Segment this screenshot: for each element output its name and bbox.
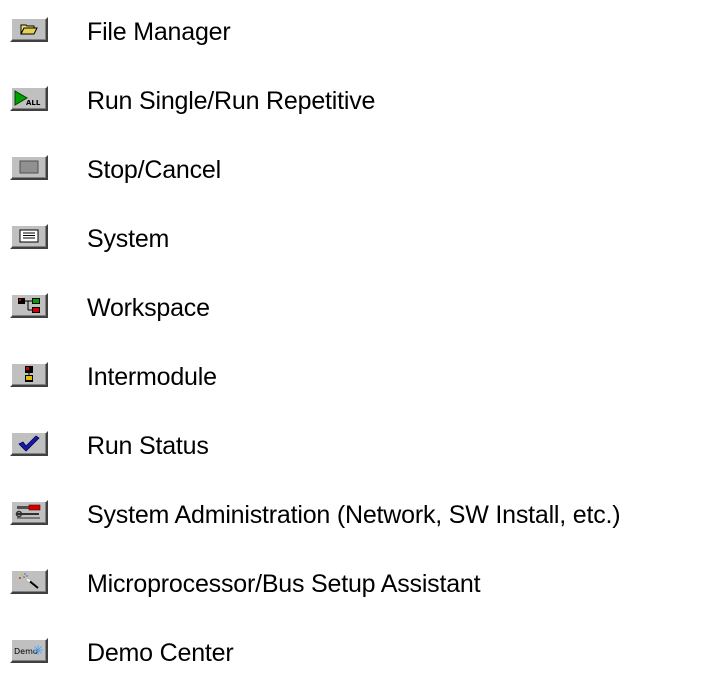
workspace-label: Workspace: [87, 294, 210, 322]
workspace-icon: [18, 298, 40, 313]
intermodule-button[interactable]: [10, 362, 48, 387]
run-status-label: Run Status: [87, 432, 209, 460]
system-icon: [19, 229, 39, 243]
folder-open-icon: [20, 24, 38, 35]
demo-center-button[interactable]: Demo: [10, 638, 48, 663]
system-administration-label: System Administration (Network, SW Insta…: [87, 501, 621, 529]
run-label: Run Single/Run Repetitive: [87, 87, 376, 115]
stop-label: Stop/Cancel: [87, 156, 221, 184]
system-administration-button[interactable]: [10, 500, 48, 525]
intermodule-label: Intermodule: [87, 363, 217, 391]
legend-row-file-manager: File Manager: [0, 15, 718, 55]
checkmark-icon: [18, 435, 40, 452]
toolbar-icon-legend: File Manager ALL Run Single/Run Repetiti…: [0, 0, 718, 689]
file-manager-label: File Manager: [87, 18, 231, 46]
run-button[interactable]: ALL: [10, 86, 48, 111]
legend-row-intermodule: Intermodule: [0, 360, 718, 400]
legend-row-workspace: Workspace: [0, 291, 718, 331]
workspace-button[interactable]: [10, 293, 48, 318]
demo-center-label: Demo Center: [87, 639, 234, 667]
demo-icon: Demo: [14, 645, 43, 656]
legend-row-system-administration: System Administration (Network, SW Insta…: [0, 498, 718, 538]
legend-row-setup-assistant: Microprocessor/Bus Setup Assistant: [0, 567, 718, 607]
demo-icon-text: Demo: [14, 647, 38, 656]
run-status-button[interactable]: [10, 431, 48, 456]
magic-wand-icon: [19, 573, 39, 589]
stop-button[interactable]: [10, 155, 48, 180]
legend-row-demo-center: Demo Demo Center: [0, 636, 718, 676]
intermodule-icon: [25, 366, 33, 382]
setup-assistant-button[interactable]: [10, 569, 48, 594]
file-manager-button[interactable]: [10, 17, 48, 42]
legend-row-stop: Stop/Cancel: [0, 153, 718, 193]
legend-row-system: System: [0, 222, 718, 262]
svg-text:ALL: ALL: [26, 99, 41, 107]
system-label: System: [87, 225, 170, 253]
run-all-icon: ALL: [14, 90, 41, 107]
setup-assistant-label: Microprocessor/Bus Setup Assistant: [87, 570, 481, 598]
system-button[interactable]: [10, 224, 48, 249]
legend-row-run-status: Run Status: [0, 429, 718, 469]
stop-icon: [19, 160, 39, 174]
tools-icon: [15, 504, 41, 519]
legend-row-run: ALL Run Single/Run Repetitive: [0, 84, 718, 124]
